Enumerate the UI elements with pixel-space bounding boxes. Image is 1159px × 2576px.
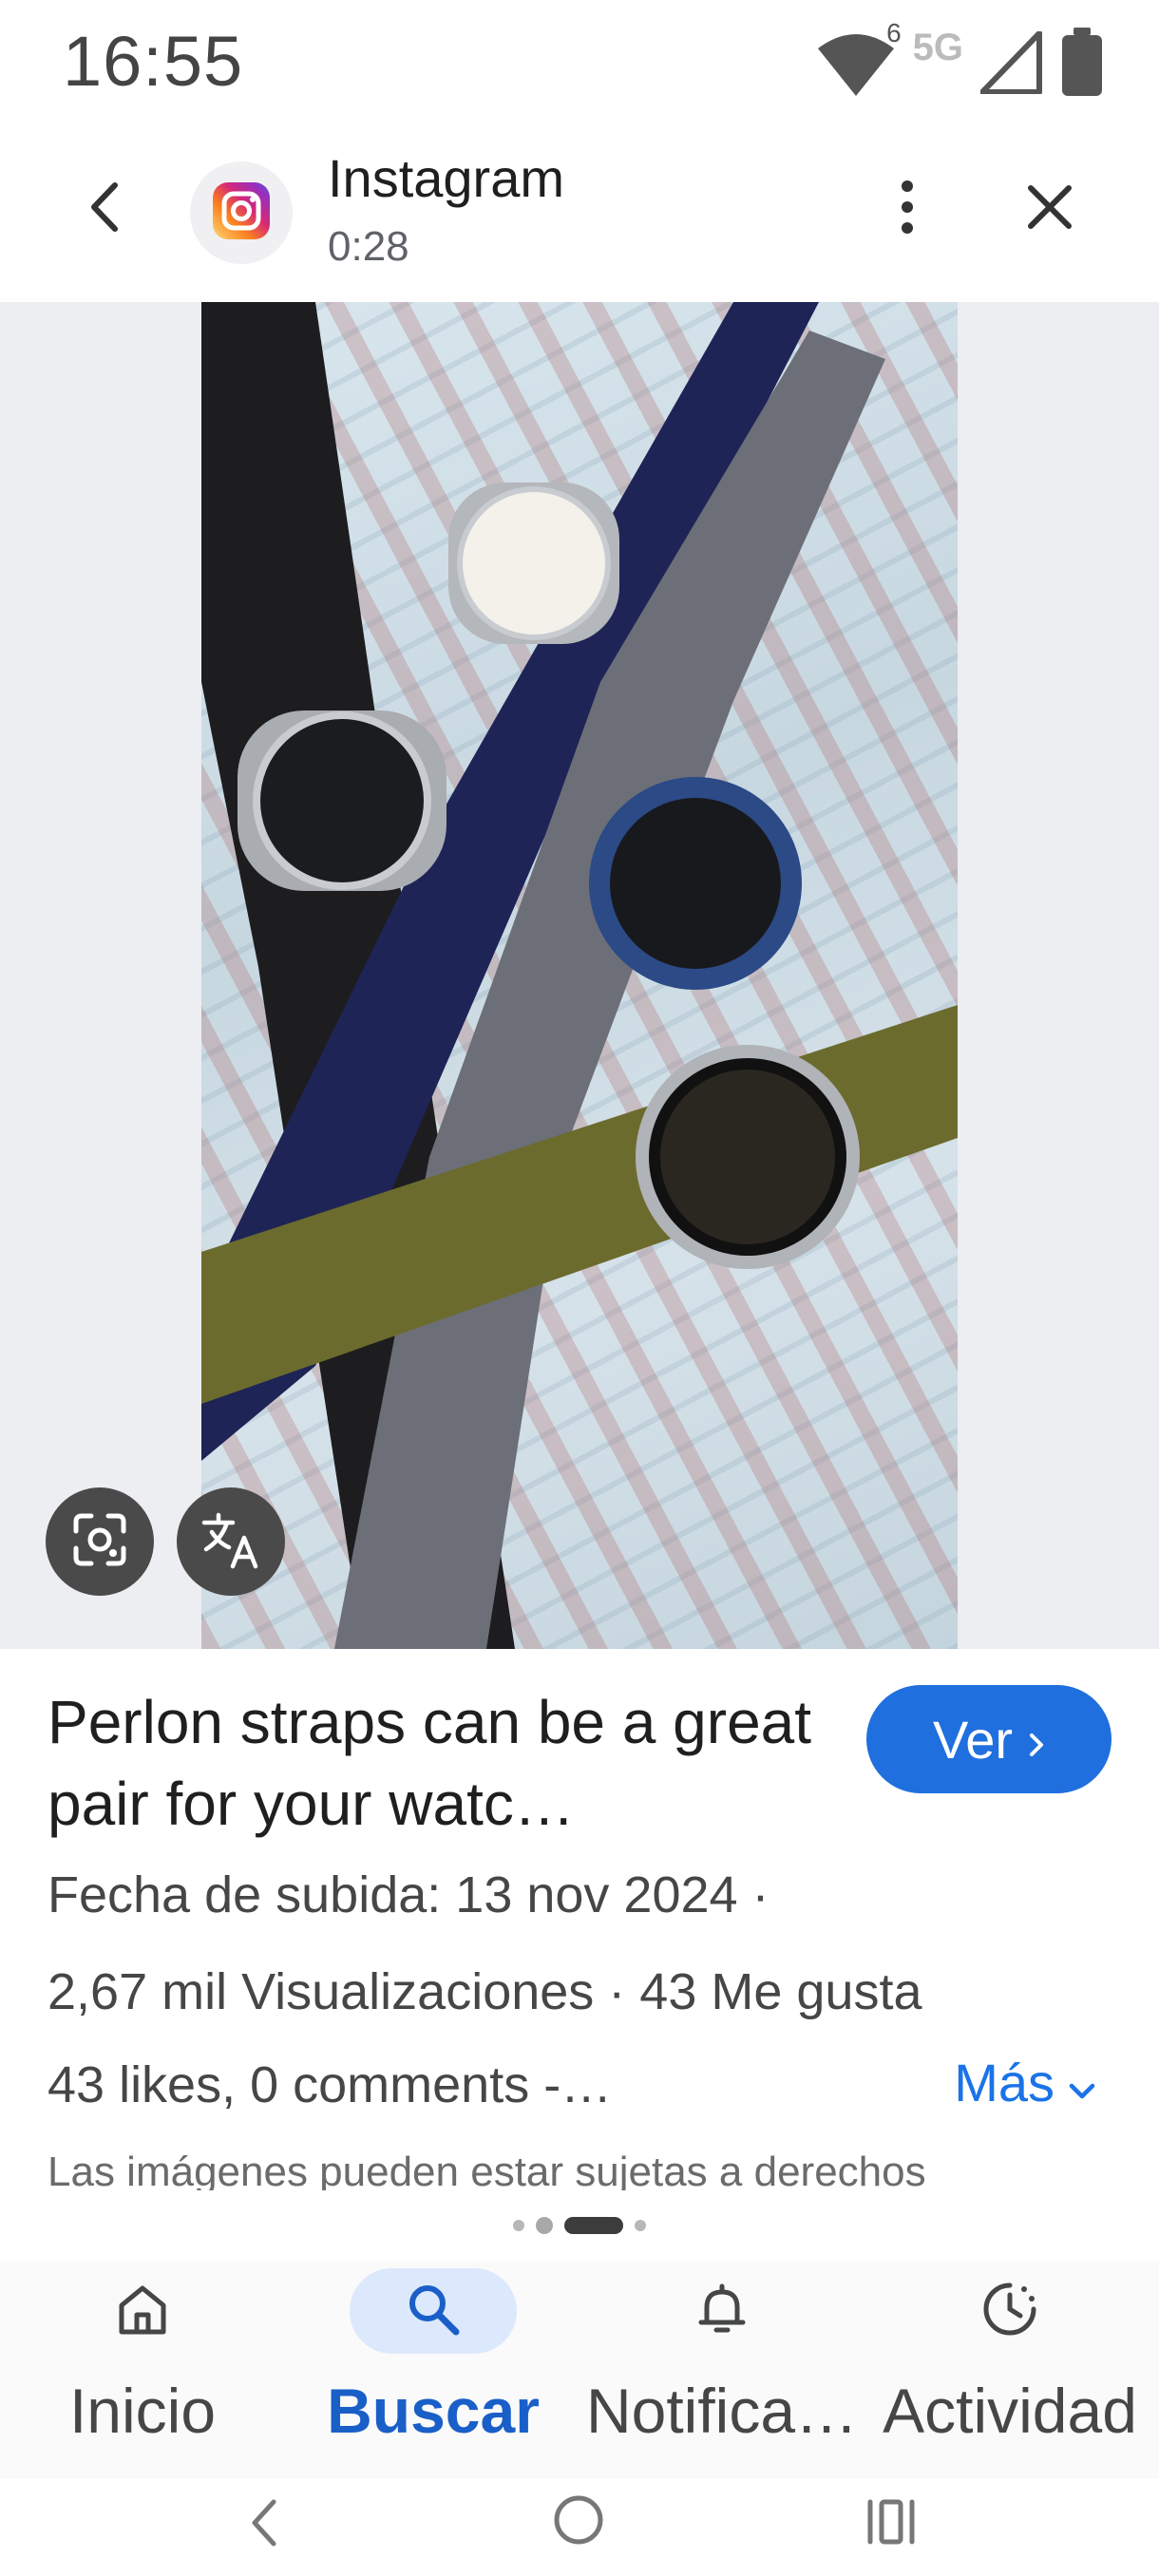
close-button[interactable] (1016, 166, 1083, 252)
nav-label-inicio: Inicio (68, 2376, 217, 2446)
chevron-left-icon (88, 181, 121, 237)
instagram-logo (211, 180, 272, 246)
viewer-header (0, 133, 1159, 302)
google-lens-icon (70, 1510, 129, 1574)
nav-label-buscar: Buscar (327, 2376, 540, 2446)
nav-label-actividad: Actividad (883, 2376, 1137, 2446)
carousel-dot (536, 2217, 553, 2234)
result-image[interactable] (201, 302, 958, 1649)
bell-icon (694, 2281, 750, 2342)
view-button-label: Ver (932, 1709, 1014, 1770)
app-icon (190, 161, 293, 264)
watches-photo-illustration (201, 302, 958, 1649)
more-options-button[interactable] (874, 161, 940, 256)
more-button-label: Más (954, 2053, 1054, 2112)
source-title: Instagram (328, 148, 564, 208)
battery-icon (1060, 27, 1104, 103)
signal-icon (979, 29, 1043, 99)
nav-item-buscar[interactable]: Buscar (327, 2261, 540, 2479)
carousel-dot-active (564, 2217, 623, 2234)
home-icon (114, 2281, 171, 2342)
nav-label-notificaciones: Notifica… (585, 2376, 859, 2446)
bottom-navigation: Inicio Buscar Notifica… Actividad (0, 2261, 1159, 2479)
carousel-indicator (0, 2217, 1159, 2234)
translate-button[interactable] (177, 1487, 285, 1596)
chevron-down-icon (1068, 2052, 1096, 2113)
system-navigation-bar (0, 2479, 1159, 2576)
status-time: 16:55 (63, 22, 244, 101)
carousel-dot (635, 2220, 646, 2231)
carousel-dot (513, 2220, 524, 2231)
nav-item-notificaciones[interactable]: Notifica… (580, 2261, 864, 2479)
close-icon (1027, 184, 1073, 235)
back-button[interactable] (76, 171, 133, 247)
nav-item-actividad[interactable]: Actividad (872, 2261, 1148, 2479)
chevron-right-icon (1028, 1709, 1045, 1771)
system-recents-icon[interactable] (864, 2496, 918, 2552)
wifi-icon: 6 (816, 18, 902, 103)
nav-item-inicio[interactable]: Inicio (59, 2261, 226, 2479)
result-title[interactable]: Perlon straps can be a great pair for yo… (48, 1681, 836, 1845)
activity-icon (980, 2280, 1039, 2343)
copyright-disclaimer: Las imágenes pueden estar sujetas a dere… (48, 2149, 926, 2190)
stats-line: 2,67 mil Visualizaciones · 43 Me gusta (48, 1963, 922, 2020)
system-back-icon[interactable] (245, 2494, 283, 2556)
description: 43 likes, 0 comments -… (48, 2056, 613, 2113)
more-button[interactable]: Más (954, 2052, 1096, 2113)
video-duration: 0:28 (328, 223, 409, 270)
search-icon (405, 2281, 462, 2342)
more-vertical-icon (900, 179, 915, 240)
translate-icon (200, 1509, 261, 1575)
network-type: 5G (912, 26, 963, 68)
wifi-badge: 6 (886, 17, 902, 47)
lens-button[interactable] (46, 1487, 154, 1596)
upload-date: Fecha de subida: 13 nov 2024 · (48, 1866, 770, 1923)
system-home-icon[interactable] (551, 2492, 606, 2552)
status-icons: 6 5G (816, 18, 1104, 103)
view-button[interactable]: Ver (866, 1685, 1112, 1793)
